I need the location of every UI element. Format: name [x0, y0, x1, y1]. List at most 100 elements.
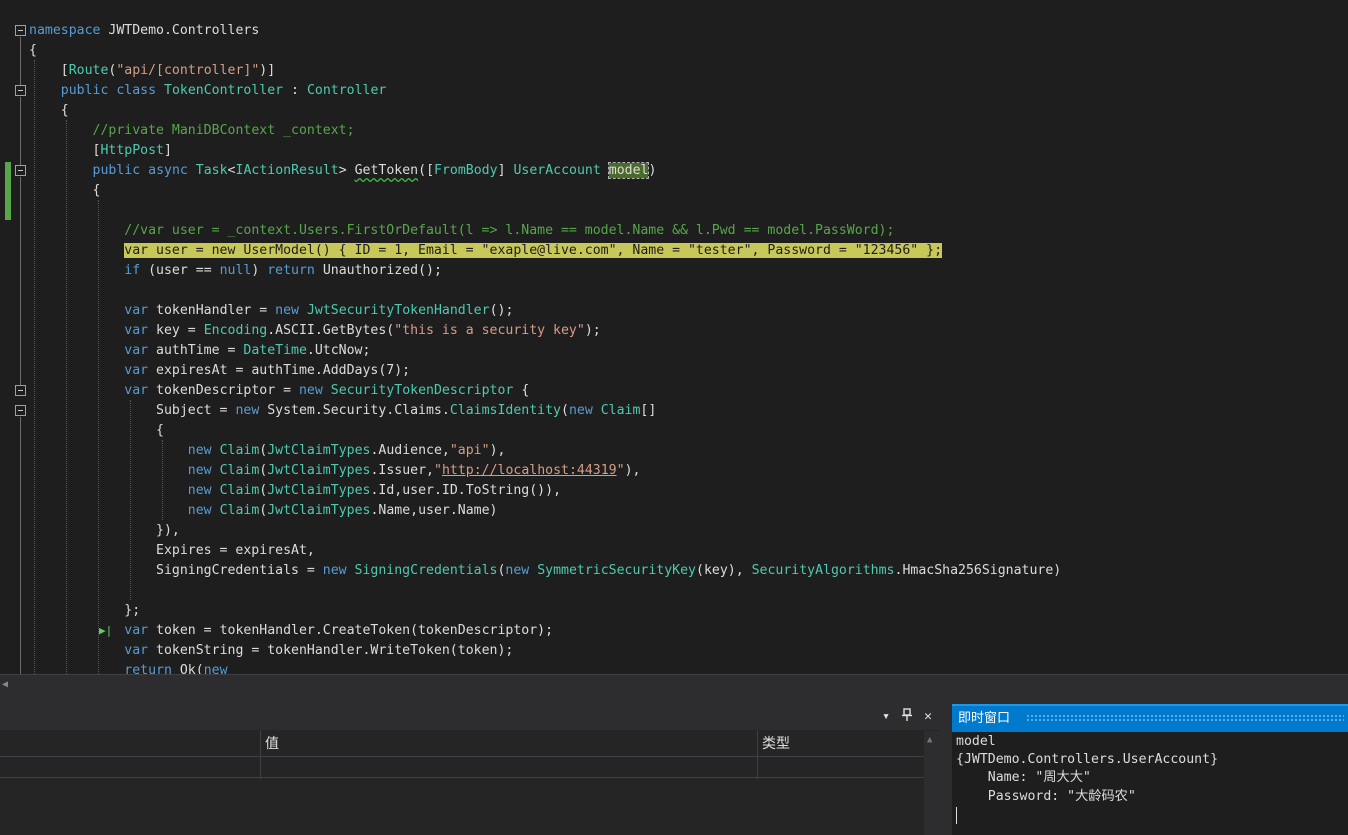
run-to-cursor-icon[interactable]: ▶| [99, 624, 113, 638]
code-token: { [29, 423, 164, 438]
code-token: "this is a security key" [394, 323, 585, 338]
code-token: return [267, 263, 315, 278]
locals-toolbar: ▾ ✕ [0, 704, 940, 730]
code-token: async [148, 163, 188, 178]
code-token: SymmetricSecurityKey [537, 563, 696, 578]
code-line[interactable]: var tokenDescriptor = new SecurityTokenD… [29, 381, 529, 401]
code-token: "api/[controller]" [116, 63, 260, 78]
code-line[interactable]: }; [29, 601, 140, 621]
code-line[interactable]: new Claim(JwtClaimTypes.Name,user.Name) [29, 501, 498, 521]
code-token: if [124, 263, 141, 278]
code-token: .Issuer, [370, 463, 434, 478]
code-token: GetToken [354, 163, 419, 178]
fold-toggle-namespace[interactable] [15, 25, 26, 36]
code-token: Claim [219, 503, 260, 518]
code-line[interactable]: Subject = new System.Security.Claims.Cla… [29, 401, 656, 421]
code-token: new [187, 463, 212, 478]
code-line[interactable]: Expires = expiresAt, [29, 541, 315, 561]
scroll-up-arrow-icon[interactable]: ▲ [927, 735, 932, 745]
code-editor[interactable]: namespace JWTDemo.Controllers{ [Route("a… [0, 0, 1348, 674]
locals-column-header: 值 类型 [0, 731, 924, 757]
fold-toggle-method[interactable] [15, 165, 26, 176]
code-token: ) [251, 263, 268, 278]
code-token: > [338, 163, 355, 178]
code-token: var [124, 623, 149, 638]
code-line[interactable]: }), [29, 521, 180, 541]
code-line[interactable]: public async Task<IActionResult> GetToke… [29, 161, 656, 181]
code-token: Task [195, 163, 228, 178]
pin-icon[interactable] [899, 708, 915, 728]
code-token: tokenDescriptor = [148, 383, 299, 398]
code-line[interactable]: namespace JWTDemo.Controllers [29, 21, 259, 41]
scroll-left-arrow-icon[interactable]: ◀ [2, 679, 8, 690]
panel-splitter[interactable] [940, 704, 952, 835]
code-token: SigningCredentials [354, 563, 498, 578]
code-line[interactable]: { [29, 101, 69, 121]
column-type[interactable]: 类型 [759, 731, 790, 757]
fold-toggle-descriptor[interactable] [15, 385, 26, 396]
code-line[interactable]: var tokenHandler = new JwtSecurityTokenH… [29, 301, 513, 321]
code-token: new [275, 303, 299, 318]
code-token: ); [584, 323, 601, 338]
code-line[interactable]: new Claim(JwtClaimTypes.Id,user.ID.ToStr… [29, 481, 561, 501]
fold-line [20, 37, 21, 85]
code-token: .ASCII.GetBytes( [267, 323, 395, 338]
code-token: JwtClaimTypes [267, 463, 371, 478]
code-line[interactable]: return Ok(new [29, 661, 227, 674]
code-token: HttpPost [100, 143, 164, 158]
code-line[interactable]: var user = new UserModel() { ID = 1, Ema… [29, 241, 943, 261]
code-token: new [568, 403, 593, 418]
code-line[interactable]: SigningCredentials = new SigningCredenti… [29, 561, 1061, 581]
horizontal-scrollbar[interactable]: ◀ [0, 674, 1348, 704]
code-line[interactable]: //var user = _context.Users.FirstOrDefau… [29, 221, 894, 241]
code-line[interactable]: { [29, 421, 164, 441]
code-line[interactable]: { [29, 41, 37, 61]
code-token: ) [648, 163, 657, 178]
code-token: [] [640, 403, 657, 418]
code-line[interactable]: [Route("api/[controller]")] [29, 61, 275, 81]
vertical-scrollbar[interactable]: ▲ [924, 731, 940, 835]
column-name[interactable] [0, 731, 3, 757]
fold-toggle-class[interactable] [15, 85, 26, 96]
code-line[interactable]: [HttpPost] [29, 141, 172, 161]
code-line[interactable]: var authTime = DateTime.UtcNow; [29, 341, 370, 361]
code-line[interactable]: //private ManiDBContext _context; [29, 121, 355, 141]
code-line[interactable]: new Claim(JwtClaimTypes.Audience,"api"), [29, 441, 506, 461]
code-token: ([ [418, 163, 435, 178]
code-token: key = [148, 323, 204, 338]
code-token: //private ManiDBContext _context; [92, 123, 355, 138]
code-line[interactable]: var key = Encoding.ASCII.GetBytes("this … [29, 321, 601, 341]
table-row[interactable] [0, 757, 924, 778]
code-line[interactable]: public class TokenController : Controlle… [29, 81, 387, 101]
code-token: "api" [449, 443, 490, 458]
immediate-window[interactable]: 即时窗口 model {JWTDemo.Controllers.UserAcco… [952, 704, 1348, 835]
column-value[interactable]: 值 [262, 731, 279, 757]
code-line[interactable]: if (user == null) return Unauthorized(); [29, 261, 442, 281]
code-token: Ok( [171, 663, 204, 674]
code-token: Controller [306, 83, 387, 98]
dropdown-icon[interactable]: ▾ [878, 708, 894, 726]
code-line[interactable]: var expiresAt = authTime.AddDays(7); [29, 361, 410, 381]
code-token: " [433, 463, 442, 478]
code-token: tokenString = tokenHandler.WriteToken(to… [148, 643, 514, 658]
code-line[interactable]: { [29, 181, 101, 201]
fold-toggle-claims[interactable] [15, 405, 26, 416]
immediate-line: Name: "周大大" [956, 770, 1091, 785]
immediate-window-title-bar[interactable]: 即时窗口 [952, 704, 1348, 732]
code-token: var [124, 303, 149, 318]
code-token: .UtcNow; [306, 343, 371, 358]
code-line[interactable]: new Claim(JwtClaimTypes.Issuer,"http://l… [29, 461, 641, 481]
code-line[interactable]: var tokenString = tokenHandler.WriteToke… [29, 641, 513, 661]
code-token: JwtClaimTypes [267, 503, 371, 518]
close-icon[interactable]: ✕ [920, 708, 936, 726]
